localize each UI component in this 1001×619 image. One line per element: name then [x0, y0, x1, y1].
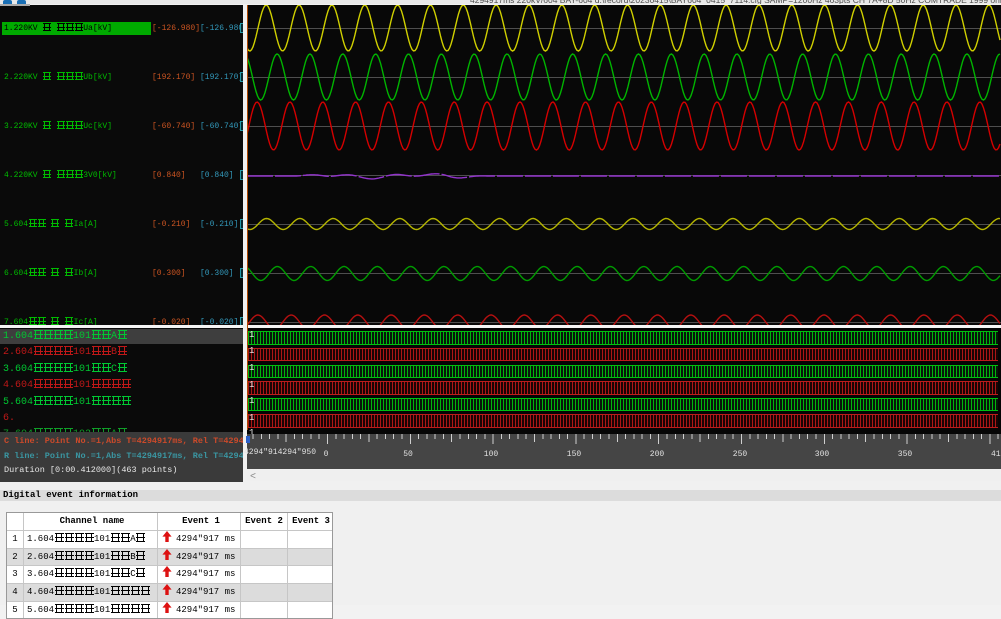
- svg-text:41: 41: [991, 450, 1001, 459]
- svg-text:0: 0: [324, 450, 329, 459]
- svg-text:100: 100: [484, 450, 499, 459]
- svg-text:350: 350: [898, 450, 913, 459]
- svg-text:200: 200: [650, 450, 665, 459]
- svg-text:300: 300: [815, 450, 830, 459]
- svg-text:50: 50: [403, 450, 413, 459]
- svg-text:150: 150: [567, 450, 582, 459]
- svg-text:250: 250: [733, 450, 748, 459]
